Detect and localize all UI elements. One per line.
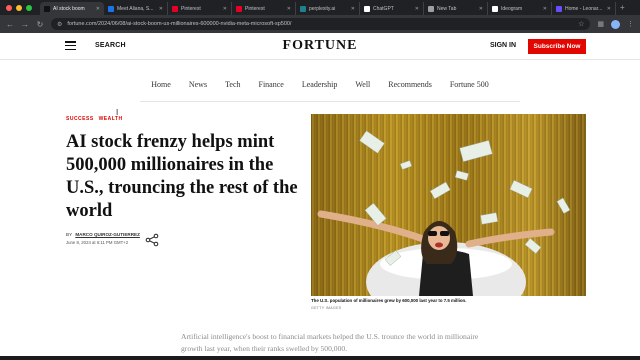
nav-well[interactable]: Well (355, 80, 370, 92)
tab-label: AI stock boom (53, 5, 85, 12)
author-link[interactable]: MARCO QUIROZ-GUTIERREZ (75, 232, 140, 237)
image-credit: GETTY IMAGES (311, 306, 342, 310)
tab-label: Home - Leonar... (565, 5, 603, 12)
hero-image-illustration (311, 114, 586, 296)
nav-recommends[interactable]: Recommends (388, 80, 432, 92)
article-body-preview: Artificial intelligence's boost to finan… (181, 332, 479, 353)
tab-favicon-icon (44, 5, 50, 12)
tab-label: New Tab (437, 5, 457, 12)
site-header: SEARCH FORTUNE SIGN IN Subscribe Now (0, 33, 640, 60)
browser-toolbar: ← → ↻ ⚙ fortune.com/2024/06/08/ai-stock-… (0, 15, 640, 33)
browser-tab-bar: AI stock boom ✕ Meet Aliana, S... ✕ Pinteres… (0, 0, 640, 15)
browser-tab[interactable]: ChatGPT ✕ (360, 2, 424, 15)
sign-in-link[interactable]: SIGN IN (490, 42, 516, 49)
browser-tab[interactable]: Meet Aliana, S... ✕ (104, 2, 168, 15)
tab-label: perplexity.ai (309, 5, 336, 12)
browser-tab[interactable]: perplexity.ai ✕ (296, 2, 360, 15)
tab-favicon-icon (236, 5, 242, 12)
nav-tech[interactable]: Tech (225, 80, 240, 92)
tab-label: Ideogram (501, 5, 523, 12)
new-tab-button[interactable]: + (616, 3, 625, 12)
extensions-icon[interactable]: ▦ (597, 20, 604, 28)
site-info-icon[interactable]: ⚙ (57, 21, 62, 28)
article-headline: AI stock frenzy helps mint 500,000 milli… (66, 132, 298, 221)
maximize-window-button[interactable] (26, 4, 32, 11)
back-icon[interactable]: ← (6, 20, 14, 29)
browser-menu-icon[interactable]: ⋮ (627, 20, 634, 28)
bookmark-star-icon[interactable]: ☆ (578, 20, 584, 28)
tab-favicon-icon (556, 5, 562, 12)
url-text[interactable]: fortune.com/2024/06/08/ai-stock-boom-us-… (67, 21, 573, 27)
article-tags: SUCCESS WEALTH (66, 116, 123, 122)
byline-prefix: BY (66, 232, 73, 237)
tab-close-icon[interactable]: ✕ (543, 6, 547, 12)
tab-close-icon[interactable]: ✕ (223, 6, 227, 12)
tab-close-icon[interactable]: ✕ (607, 6, 611, 12)
byline: BY MARCO QUIROZ-GUTIERREZ (66, 232, 140, 237)
browser-tab[interactable]: Ideogram ✕ (488, 2, 552, 15)
tab-favicon-icon (172, 5, 178, 12)
window-controls (0, 4, 40, 11)
nav-finance[interactable]: Finance (259, 80, 284, 92)
profile-avatar[interactable] (611, 19, 620, 29)
tab-label: ChatGPT (373, 5, 394, 12)
tab-label: Pinterest (181, 5, 201, 12)
hero-image (311, 114, 586, 296)
nav-divider (140, 101, 520, 102)
address-bar[interactable]: ⚙ fortune.com/2024/06/08/ai-stock-boom-u… (51, 18, 591, 30)
tab-close-icon[interactable]: ✕ (96, 6, 100, 12)
forward-icon[interactable]: → (21, 20, 29, 29)
reload-icon[interactable]: ↻ (36, 20, 44, 29)
nav-fortune-500[interactable]: Fortune 500 (450, 80, 489, 92)
subscribe-button[interactable]: Subscribe Now (528, 39, 586, 54)
tab-label: Meet Aliana, S... (117, 5, 154, 12)
close-window-button[interactable] (6, 4, 12, 11)
tab-favicon-icon (300, 5, 306, 12)
browser-tab[interactable]: Home - Leonar... ✕ (552, 2, 616, 15)
tab-close-icon[interactable]: ✕ (479, 6, 483, 12)
share-icon[interactable] (145, 233, 159, 247)
bottom-edge (0, 356, 640, 360)
tab-favicon-icon (364, 5, 370, 12)
tag-success[interactable]: SUCCESS (66, 116, 94, 122)
tab-label: Pinterest (245, 5, 265, 12)
tab-close-icon[interactable]: ✕ (351, 6, 355, 12)
tab-close-icon[interactable]: ✕ (415, 6, 419, 12)
minimize-window-button[interactable] (16, 4, 22, 11)
tab-favicon-icon (428, 5, 434, 12)
nav-leadership[interactable]: Leadership (302, 80, 338, 92)
nav-home[interactable]: Home (151, 80, 171, 92)
browser-tab[interactable]: AI stock boom ✕ (40, 2, 104, 15)
tab-close-icon[interactable]: ✕ (159, 6, 163, 12)
nav-news[interactable]: News (189, 80, 207, 92)
image-caption: The U.S. population of millionaires grew… (311, 298, 467, 303)
browser-tab[interactable]: New Tab ✕ (424, 2, 488, 15)
browser-tab[interactable]: Pinterest ✕ (232, 2, 296, 15)
tag-wealth[interactable]: WEALTH (99, 116, 123, 122)
browser-tab[interactable]: Pinterest ✕ (168, 2, 232, 15)
section-nav: Home News Tech Finance Leadership Well R… (0, 80, 640, 92)
tab-close-icon[interactable]: ✕ (287, 6, 291, 12)
tab-strip: AI stock boom ✕ Meet Aliana, S... ✕ Pinteres… (40, 0, 616, 15)
tab-favicon-icon (492, 5, 498, 12)
tab-favicon-icon (108, 5, 114, 12)
publish-date: June 8, 2024 at 6:11 PM GMT+2 (66, 240, 129, 245)
